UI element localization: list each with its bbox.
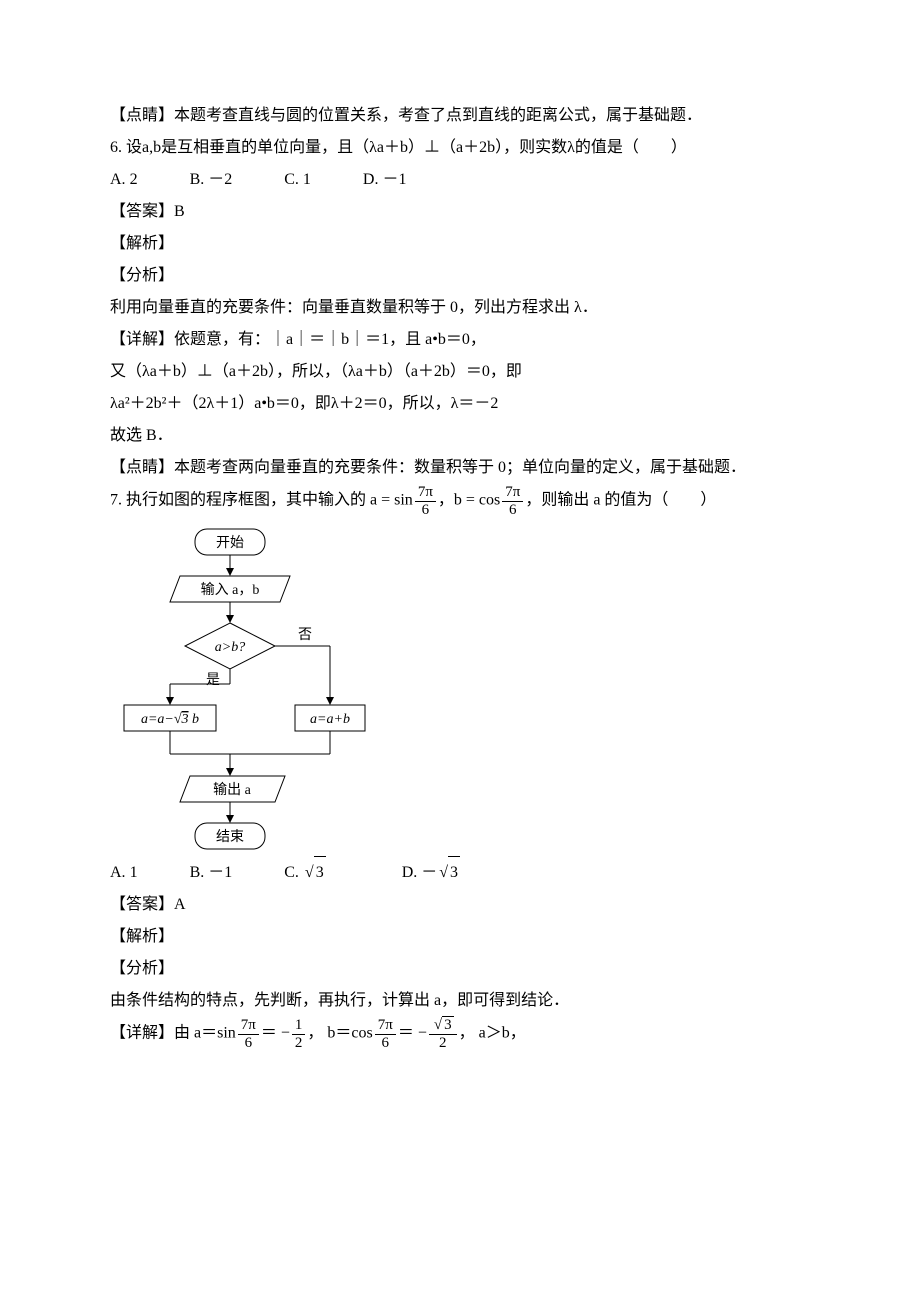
sqrt-icon: 3 [437, 856, 484, 889]
fraction-sqrt3-2: 32 [429, 1017, 457, 1051]
q7-option-d: D. －3 [402, 856, 508, 889]
q6-detail-c: λa²＋2b²＋（2λ＋1）a•b＝0，即λ＋2＝0，所以，λ＝－2 [110, 388, 810, 420]
q7-option-b: B. －1 [190, 857, 257, 889]
q7-stem: 7. 执行如图的程序框图，其中输入的 a = sin7π6，b = cos7π6… [110, 484, 810, 518]
q6-fenxi-label: 【分析】 [110, 260, 810, 292]
svg-text:开始: 开始 [216, 535, 244, 551]
q7-detail: 【详解】由 a＝sin7π6＝ −12， b＝cos7π6＝ −32， a＞b， [110, 1017, 810, 1051]
q6-option-d: D. －1 [363, 164, 431, 196]
q7-option-c: C. 3 [284, 856, 373, 889]
sqrt-icon: 3 [303, 856, 350, 889]
fraction-7pi-6: 7π6 [415, 484, 436, 518]
svg-text:a=a+b: a=a+b [310, 712, 350, 727]
q6-options: A. 2 B. －2 C. 1 D. －1 [110, 164, 810, 196]
svg-text:是: 是 [206, 673, 220, 688]
fraction-7pi-6-b: 7π6 [502, 484, 523, 518]
q6-detail-d: 故选 B． [110, 420, 810, 452]
q7-options: A. 1 B. －1 C. 3 D. －3 [110, 856, 810, 889]
svg-text:输出 a: 输出 a [213, 782, 251, 798]
q6-answer: 【答案】B [110, 196, 810, 228]
svg-text:结束: 结束 [216, 829, 244, 845]
q5-comment: 【点睛】本题考查直线与圆的位置关系，考查了点到直线的距离公式，属于基础题． [110, 100, 810, 132]
q6-jiexi: 【解析】 [110, 228, 810, 260]
svg-text:a>b?: a>b? [215, 640, 245, 655]
q7-jiexi: 【解析】 [110, 921, 810, 953]
svg-text:a=a−√3 b: a=a−√3 b [141, 712, 199, 727]
fraction-7pi-6-d: 7π6 [375, 1017, 396, 1051]
q6-option-b: B. －2 [190, 164, 257, 196]
q7-answer: 【答案】A [110, 889, 810, 921]
q6-option-c: C. 1 [284, 164, 335, 196]
q7-fenxi-body: 由条件结构的特点，先判断，再执行，计算出 a，即可得到结论． [110, 985, 810, 1017]
q6-detail-a: 【详解】依题意，有：｜a｜＝｜b｜＝1，且 a•b＝0， [110, 324, 810, 356]
q6-fenxi-body: 利用向量垂直的充要条件：向量垂直数量积等于 0，列出方程求出 λ． [110, 292, 810, 324]
q7-option-a: A. 1 [110, 857, 162, 889]
q6-comment: 【点睛】本题考查两向量垂直的充要条件：数量积等于 0；单位向量的定义，属于基础题… [110, 452, 810, 484]
fraction-7pi-6-c: 7π6 [238, 1017, 259, 1051]
svg-text:否: 否 [298, 628, 312, 643]
q6-detail-b: 又（λa＋b）⊥（a＋2b），所以，（λa＋b）（a＋2b）＝0，即 [110, 356, 810, 388]
sqrt-icon: 3 [432, 1017, 454, 1034]
svg-text:输入 a，b: 输入 a，b [201, 582, 260, 598]
flowchart-diagram: 开始 输入 a，b a>b? 否 是 a=a−√3 b [110, 524, 370, 854]
document-page: 【点睛】本题考查直线与圆的位置关系，考查了点到直线的距离公式，属于基础题． 6.… [0, 0, 920, 1302]
q7-fenxi-label: 【分析】 [110, 953, 810, 985]
fraction-1-2: 12 [292, 1017, 306, 1051]
q6-stem: 6. 设a,b是互相垂直的单位向量，且（λa＋b）⊥（a＋2b），则实数λ的值是… [110, 132, 810, 164]
q6-option-a: A. 2 [110, 164, 162, 196]
